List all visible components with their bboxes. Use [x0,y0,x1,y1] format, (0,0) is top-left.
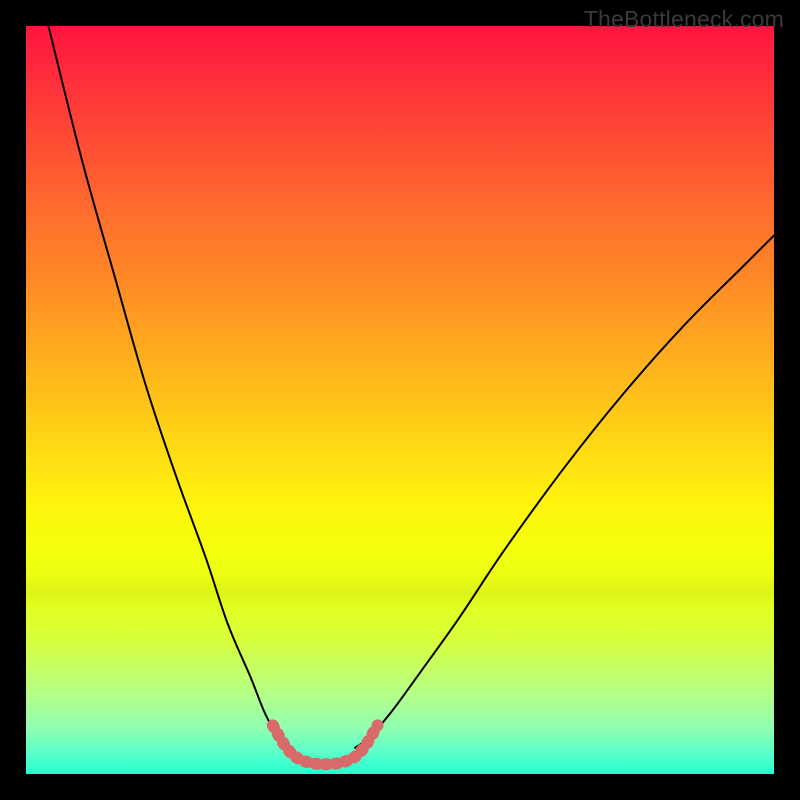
chart-curves-svg [26,26,774,774]
curve-right-branch [355,235,774,747]
watermark-text: TheBottleneck.com [584,6,784,33]
curve-left-branch [48,26,287,748]
chart-plot-area [26,26,774,774]
curve-optimal-zone [273,725,378,764]
